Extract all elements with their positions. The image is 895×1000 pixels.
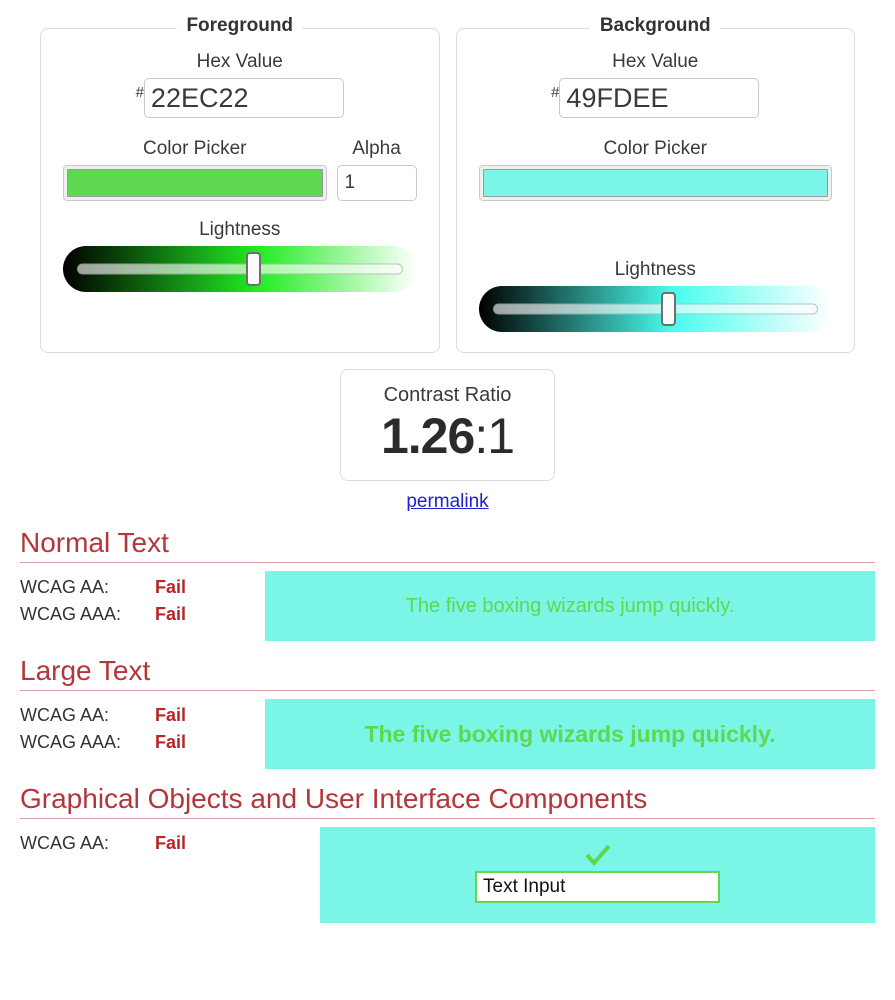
hash-symbol: #: [551, 84, 560, 101]
result-row: WCAG AAA: Fail: [20, 732, 265, 753]
contrast-ratio-label: Contrast Ratio: [383, 384, 512, 406]
checkmark-icon: [584, 843, 612, 869]
results-normal-text: WCAG AA: Fail WCAG AAA: Fail: [20, 571, 265, 641]
results-graphical-objects: WCAG AA: Fail: [20, 827, 320, 923]
background-panel: Background Hex Value # Color Picker Ligh…: [455, 15, 855, 353]
status-badge: Fail: [155, 577, 187, 597]
foreground-lightness-area: Lightness: [63, 219, 417, 292]
background-picker-label: Color Picker: [603, 138, 707, 159]
result-row: WCAG AA: Fail: [20, 833, 320, 854]
background-slider-track: [492, 303, 818, 315]
result-row: WCAG AAA: Fail: [20, 604, 265, 625]
background-picker-row: Color Picker: [478, 138, 832, 201]
section-title-normal-text: Normal Text: [20, 527, 875, 563]
foreground-panel: Foreground Hex Value # Color Picker Alph…: [40, 15, 440, 353]
background-lightness-area: Lightness: [478, 259, 832, 332]
foreground-picker-label: Color Picker: [143, 138, 247, 159]
background-hex-input[interactable]: [559, 78, 760, 118]
foreground-slider-thumb[interactable]: [245, 252, 261, 286]
background-color-swatch: [482, 169, 828, 197]
color-panels: Foreground Hex Value # Color Picker Alph…: [0, 0, 895, 353]
foreground-alpha-label: Alpha: [352, 138, 401, 159]
background-color-picker[interactable]: [478, 165, 832, 201]
result-row: WCAG AA: Fail: [20, 705, 265, 726]
status-badge: Fail: [155, 604, 187, 624]
status-badge: Fail: [155, 833, 187, 853]
foreground-alpha-input[interactable]: [336, 165, 417, 201]
sample-preview-normal-text: The five boxing wizards jump quickly.: [265, 571, 875, 641]
contrast-ratio-area: Contrast Ratio 1.26:1 permalink: [0, 369, 895, 513]
background-lightness-label: Lightness: [614, 259, 696, 280]
foreground-hex-row: #: [63, 78, 417, 118]
background-hex-row: #: [479, 78, 833, 118]
contrast-ratio-number: 1.26: [380, 408, 475, 464]
foreground-color-picker[interactable]: [63, 165, 327, 201]
result-key: WCAG AAA:: [20, 732, 122, 752]
foreground-lightness-label: Lightness: [199, 219, 281, 240]
section-title-graphical-objects: Graphical Objects and User Interface Com…: [20, 783, 875, 819]
section-graphical-objects: Graphical Objects and User Interface Com…: [0, 783, 895, 923]
background-hex-label: Hex Value: [612, 51, 699, 72]
foreground-hex-label: Hex Value: [196, 51, 283, 72]
sample-preview-graphical-objects: [320, 827, 875, 923]
background-slider-thumb[interactable]: [661, 292, 677, 326]
foreground-lightness-slider[interactable]: [63, 246, 417, 292]
result-key: WCAG AAA:: [20, 604, 122, 624]
foreground-picker-row: Color Picker Alpha: [63, 138, 417, 201]
status-badge: Fail: [155, 732, 187, 752]
contrast-ratio-value: 1.26:1: [351, 409, 544, 464]
contrast-ratio-suffix: :1: [474, 408, 515, 464]
section-body-large-text: WCAG AA: Fail WCAG AAA: Fail The five bo…: [20, 699, 875, 769]
section-normal-text: Normal Text WCAG AA: Fail WCAG AAA: Fail…: [0, 527, 895, 641]
background-lightness-slider[interactable]: [478, 286, 832, 332]
section-title-large-text: Large Text: [20, 655, 875, 691]
background-legend: Background: [589, 15, 721, 37]
section-body-normal-text: WCAG AA: Fail WCAG AAA: Fail The five bo…: [20, 571, 875, 641]
result-key: WCAG AA:: [20, 705, 110, 725]
hash-symbol: #: [135, 84, 144, 101]
section-body-graphical-objects: WCAG AA: Fail: [20, 827, 875, 923]
foreground-hex-input[interactable]: [143, 78, 344, 118]
results-large-text: WCAG AA: Fail WCAG AAA: Fail: [20, 699, 265, 769]
section-large-text: Large Text WCAG AA: Fail WCAG AAA: Fail …: [0, 655, 895, 769]
result-key: WCAG AA:: [20, 833, 110, 853]
contrast-ratio-box: Contrast Ratio 1.26:1: [340, 369, 555, 481]
sample-preview-large-text: The five boxing wizards jump quickly.: [265, 699, 875, 769]
foreground-slider-track: [77, 263, 403, 275]
demo-text-input[interactable]: [475, 871, 720, 903]
result-key: WCAG AA:: [20, 577, 110, 597]
result-row: WCAG AA: Fail: [20, 577, 265, 598]
permalink-link[interactable]: permalink: [406, 491, 488, 513]
status-badge: Fail: [155, 705, 187, 725]
foreground-legend: Foreground: [176, 15, 304, 37]
foreground-color-swatch: [67, 169, 323, 197]
